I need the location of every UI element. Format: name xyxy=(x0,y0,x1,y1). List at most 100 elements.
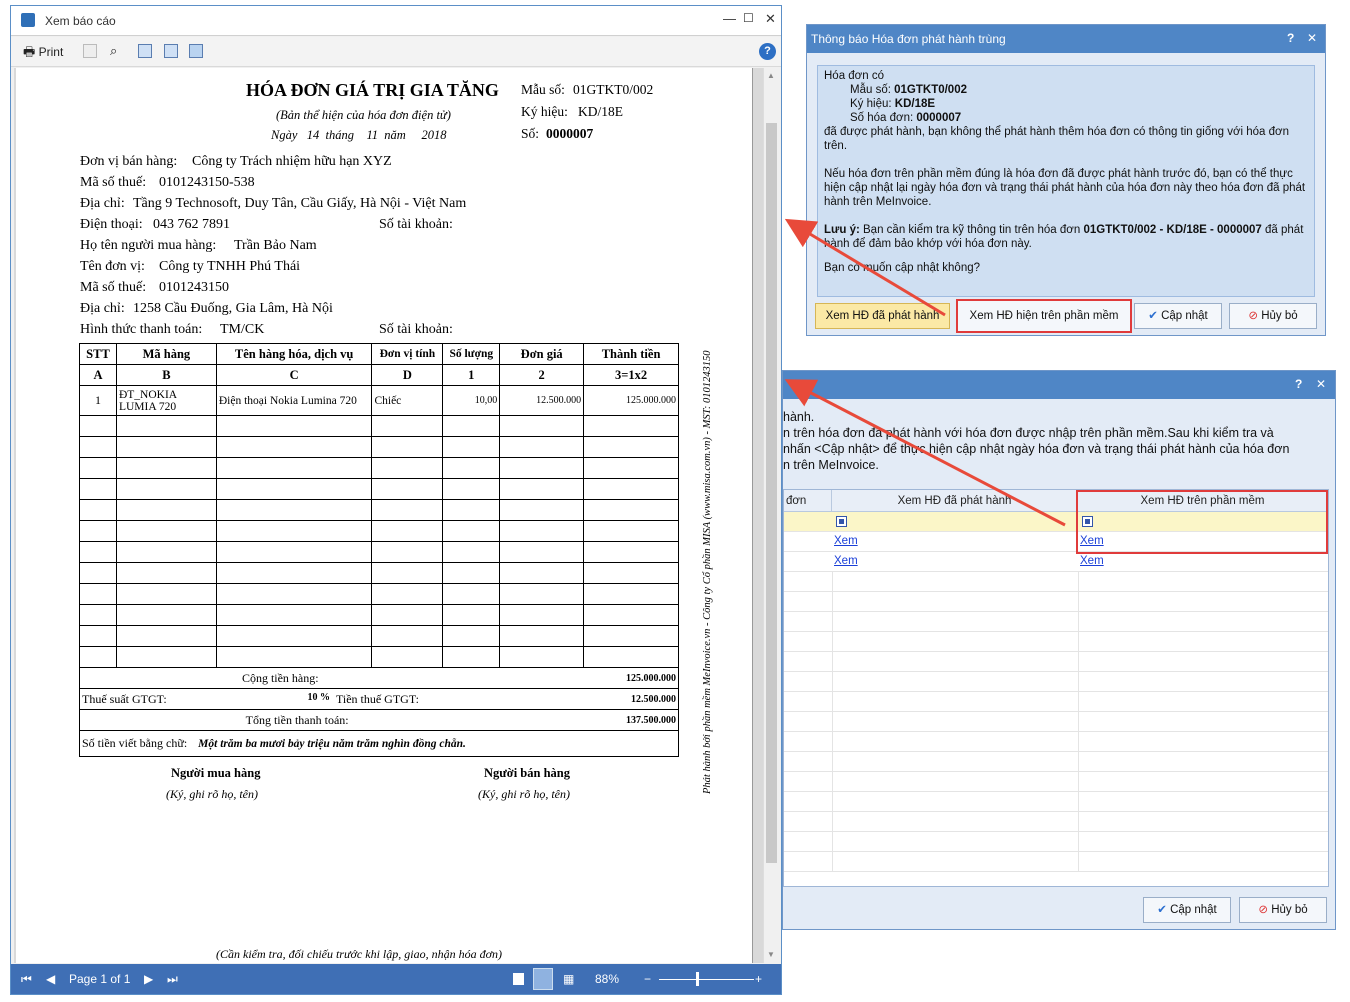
seller-addr-value: Tầng 9 Technosoft, Duy Tân, Cầu Giấy, Hà… xyxy=(133,196,467,211)
grid-divider xyxy=(1078,732,1079,752)
first-page-icon[interactable]: ⏮ xyxy=(21,972,32,987)
single-page-icon[interactable] xyxy=(513,973,524,985)
multi-page-icon[interactable] xyxy=(533,968,553,990)
fit-page-icon[interactable] xyxy=(189,44,203,58)
empty-cell xyxy=(442,415,501,437)
col-header: Mã hàng xyxy=(115,343,217,365)
empty-cell xyxy=(371,478,444,500)
update-button[interactable]: ✔ Cập nhật xyxy=(1134,303,1222,329)
title-bar: Xem báo cáo — ☐ ✕ xyxy=(11,6,781,36)
empty-cell xyxy=(215,457,373,479)
view-issued-link[interactable]: Xem xyxy=(834,535,858,547)
empty-cell xyxy=(442,436,501,458)
empty-grid-row xyxy=(784,692,1328,712)
buyer-account-label: Số tài khoản: xyxy=(379,322,453,337)
empty-cell xyxy=(115,583,217,605)
help-icon[interactable]: ? xyxy=(1287,31,1294,45)
grid-divider xyxy=(832,632,833,652)
select-all-checkbox[interactable] xyxy=(836,516,847,527)
view-software-button[interactable]: Xem HĐ hiện trên phần mềm xyxy=(956,299,1132,333)
empty-cell xyxy=(583,541,679,563)
payment-label: Hình thức thanh toán: xyxy=(80,322,203,337)
empty-grid-row xyxy=(784,572,1328,592)
empty-cell xyxy=(79,415,117,437)
maximize-icon[interactable]: ☐ xyxy=(743,11,754,25)
empty-cell xyxy=(215,415,373,437)
side-text: Phát hành bởi phần mềm MeInvoice.vn - Cô… xyxy=(702,350,713,794)
window-title: Xem báo cáo xyxy=(45,14,116,28)
copy-icon[interactable] xyxy=(83,44,97,58)
subtotal-label: Cộng tiền hàng: xyxy=(78,667,584,689)
grid-divider xyxy=(1078,812,1079,832)
zoom-out-icon[interactable]: − xyxy=(644,972,651,986)
buyer-tax-value: 0101243150 xyxy=(159,280,229,295)
vertical-scrollbar[interactable]: ▲ ▼ xyxy=(763,68,779,963)
buyer-value: Trần Bảo Nam xyxy=(234,238,317,253)
col-code: 2 xyxy=(499,364,585,386)
view-software-link[interactable]: Xem xyxy=(1080,555,1104,567)
phone-label: Điện thoại: xyxy=(80,217,143,232)
empty-cell xyxy=(583,415,679,437)
empty-cell xyxy=(442,646,501,668)
seller-addr-label: Địa chỉ: xyxy=(80,196,125,211)
instruction-line: n trên MeInvoice. xyxy=(783,458,879,472)
next-page-icon[interactable]: ▶ xyxy=(144,972,153,986)
number-value: 0000007 xyxy=(546,126,594,141)
zoom-in-icon[interactable]: + xyxy=(755,972,762,986)
form-label: Mẫu số: xyxy=(521,82,565,97)
table-row: Xem Xem xyxy=(784,552,1328,572)
close-icon[interactable]: ✕ xyxy=(1316,377,1326,391)
app-icon xyxy=(21,13,35,27)
report-window: Xem báo cáo — ☐ ✕ 🖶 Print ⌕ ? HÓA ĐƠN GI… xyxy=(10,5,782,995)
close-icon[interactable]: ✕ xyxy=(1307,31,1317,45)
empty-cell xyxy=(115,415,217,437)
empty-rows xyxy=(79,415,679,668)
empty-grid-row xyxy=(784,772,1328,792)
view-issued-button[interactable]: Xem HĐ đã phát hành xyxy=(815,303,950,329)
col-header: Tên hàng hóa, dịch vụ xyxy=(215,343,373,365)
zoom-slider[interactable] xyxy=(659,979,754,980)
close-icon[interactable]: ✕ xyxy=(765,11,776,27)
empty-row xyxy=(79,415,679,437)
form-value: 01GTKT0/002 xyxy=(573,82,654,97)
grid-divider xyxy=(1078,752,1079,772)
help-icon[interactable]: ? xyxy=(759,43,776,60)
grid-divider xyxy=(832,712,833,732)
empty-row xyxy=(79,562,679,584)
empty-cell xyxy=(371,541,444,563)
grid-divider xyxy=(832,652,833,672)
help-icon[interactable]: ? xyxy=(1295,377,1302,391)
print-button[interactable]: 🖶 Print xyxy=(23,43,63,61)
scroll-thumb[interactable] xyxy=(766,123,777,863)
check-icon: ✔ xyxy=(1157,904,1171,916)
empty-cell xyxy=(115,499,217,521)
seller-tax-label: Mã số thuế: xyxy=(80,175,147,190)
zoom-slider-thumb[interactable] xyxy=(696,972,699,986)
empty-cell xyxy=(583,478,679,500)
dialog-title-bar: Thông báo Hóa đơn phát hành trùng ? ✕ xyxy=(807,25,1325,53)
find-icon[interactable]: ⌕ xyxy=(110,43,117,61)
prev-page-icon[interactable]: ◀ xyxy=(46,972,55,986)
empty-cell xyxy=(115,457,217,479)
compare-grid: đơn Xem HĐ đã phát hành Xem HĐ trên phần… xyxy=(783,489,1329,887)
scroll-down-icon[interactable]: ▼ xyxy=(767,950,775,959)
instruction-line: hành. xyxy=(783,410,815,424)
buyer-addr-value: 1258 Cầu Đuống, Gia Lâm, Hà Nội xyxy=(133,301,333,316)
empty-cell xyxy=(442,499,501,521)
cancel-button[interactable]: ⊘ Hủy bỏ xyxy=(1229,303,1317,329)
page-setup-icon[interactable] xyxy=(138,44,152,58)
page-icon[interactable] xyxy=(164,44,178,58)
dialog-message: Hóa đơn có Mẫu số: 01GTKT0/002 Ký hiệu: … xyxy=(817,65,1315,297)
empty-grid-row xyxy=(784,812,1328,832)
empty-cell xyxy=(442,583,501,605)
total-value: 137.500.000 xyxy=(583,709,679,731)
grid-view-icon[interactable]: ▦ xyxy=(563,972,574,986)
last-page-icon[interactable]: ⏭ xyxy=(167,972,178,987)
cancel-button[interactable]: ⊘ Hủy bỏ xyxy=(1239,897,1327,923)
minimize-icon[interactable]: — xyxy=(723,11,736,26)
scroll-up-icon[interactable]: ▲ xyxy=(767,71,775,80)
vat-label: Tiền thuế GTGT: xyxy=(333,688,546,710)
update-button[interactable]: ✔ Cập nhật xyxy=(1143,897,1231,923)
view-issued-link[interactable]: Xem xyxy=(834,555,858,567)
total-row: Tổng tiền thanh toán: 137.500.000 xyxy=(78,709,679,731)
